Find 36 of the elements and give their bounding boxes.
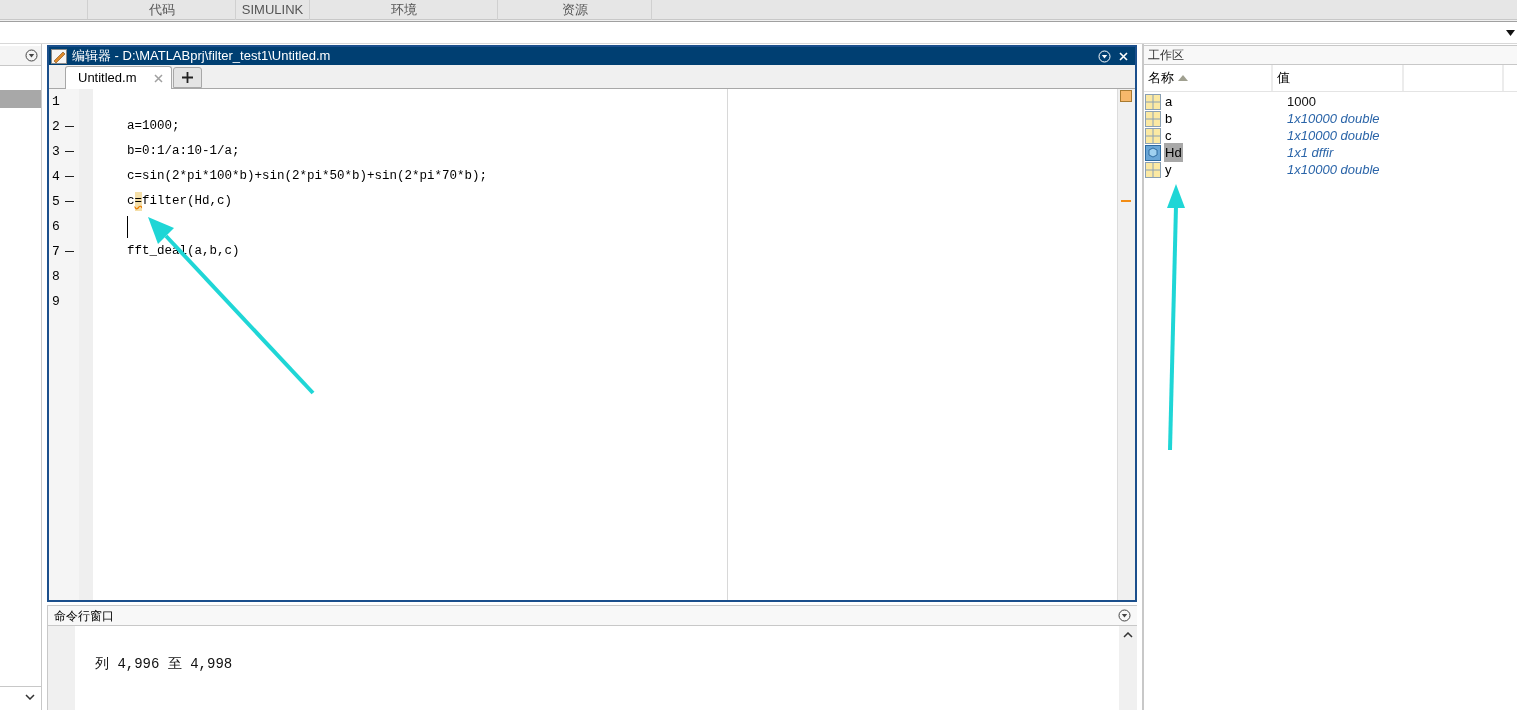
line-number: 5	[51, 192, 61, 211]
code-line: a=1000;	[127, 118, 180, 136]
code-line: b=0:1/a:10-1/a;	[127, 143, 240, 161]
panel-menu-icon[interactable]	[25, 49, 38, 62]
new-tab-button[interactable]	[173, 67, 202, 88]
warning-marker[interactable]	[1121, 200, 1131, 202]
panel-title: 工作区	[1148, 47, 1184, 64]
variable-name[interactable]: Hd	[1164, 142, 1183, 163]
line-number: 3	[51, 142, 61, 161]
warning-highlight: =	[134, 192, 143, 211]
line-number: 9	[51, 292, 61, 311]
code-line: c=sin(2*pi*100*b)+sin(2*pi*50*b)+sin(2*pi*70*b);	[127, 168, 488, 186]
sort-ascending-icon[interactable]	[1178, 75, 1188, 81]
chevron-down-icon[interactable]	[25, 693, 35, 700]
line-number: 2	[51, 117, 61, 136]
line-number: 1	[51, 92, 61, 111]
dropdown-arrow-icon[interactable]	[1506, 29, 1515, 36]
variable-value: 1x10000 double	[1287, 126, 1380, 145]
variable-value: 1x1 dffir	[1287, 143, 1334, 162]
line-number: 4	[51, 167, 61, 186]
variable-value: 1000	[1287, 92, 1316, 111]
file-tab[interactable]: Untitled.m	[65, 66, 172, 89]
panel-title: 命令行窗口	[54, 607, 114, 625]
line-number: 7	[51, 242, 61, 261]
column-header[interactable]: 值	[1273, 65, 1404, 91]
panel-menu-icon[interactable]	[1118, 609, 1131, 622]
line-number: 6	[51, 217, 61, 236]
variable-value: 1x10000 double	[1287, 160, 1380, 179]
variable-value: 1x10000 double	[1287, 109, 1380, 128]
plus-icon[interactable]	[182, 72, 193, 83]
output-line: 列 4,996 至 4,998	[95, 655, 234, 674]
scroll-up-icon[interactable]	[1123, 632, 1133, 638]
code-line: c=filter(Hd,c)	[127, 192, 233, 211]
line-number: 8	[51, 267, 61, 286]
editor-title: 编辑器 - D:\MATLABprj\filter_test1\Untitled.m	[72, 47, 331, 66]
column-header[interactable]: 名称	[1144, 65, 1273, 91]
